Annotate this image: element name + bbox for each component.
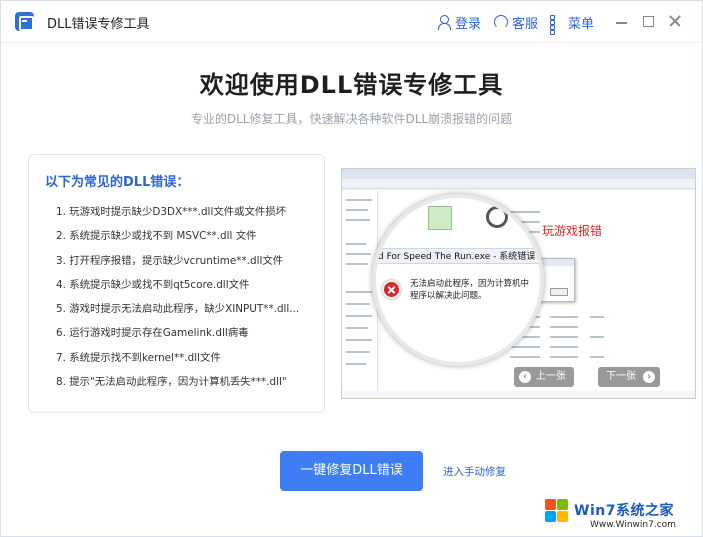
- preview-error-window-title: d For Speed The Run.exe - 系统错误: [378, 252, 536, 262]
- list-item: 7. 系统提示找不到kernel**.dll文件: [56, 351, 221, 364]
- screenshot-preview: d For Speed The Run.exe - 系统错误 无法启动此程序，因…: [341, 168, 696, 399]
- app-logo-icon: [15, 12, 34, 31]
- preview-magnifier: d For Speed The Run.exe - 系统错误 无法启动此程序，因…: [372, 194, 544, 366]
- page-subtitle: 专业的DLL修复工具，快速解决各种软件DLL崩溃报错的问题: [190, 112, 513, 126]
- prev-slide-button[interactable]: ‹ 上一张: [514, 367, 574, 387]
- page-title: 欢迎使用DLL错误专修工具: [199, 71, 504, 99]
- list-item: 4. 系统提示缺少或找不到qt5core.dll文件: [56, 278, 250, 291]
- card-title: 以下为常见的DLL错误：: [45, 175, 190, 190]
- service-label: 客服: [512, 16, 539, 32]
- login-label: 登录: [455, 16, 482, 32]
- list-item: 6. 运行游戏时提示存在Gamelink.dll病毒: [56, 327, 249, 340]
- watermark-brand: Win7系统之家: [574, 503, 674, 519]
- chevron-left-icon: ‹: [519, 371, 531, 383]
- headset-icon: [494, 15, 508, 29]
- list-item: 1. 玩游戏时提示缺少D3DX***.dll文件或文件损坏: [56, 206, 287, 218]
- menu-button[interactable]: 菜单: [550, 12, 595, 35]
- manual-repair-link[interactable]: 进入手动修复: [443, 464, 506, 479]
- error-x-icon: [382, 280, 401, 299]
- menu-label: 菜单: [568, 16, 595, 32]
- preview-window-titlebar: [342, 169, 695, 179]
- preview-window-menubar: [342, 179, 695, 189]
- list-item: 8. 提示"无法启动此程序，因为计算机丢失***.dll": [56, 376, 287, 389]
- app-window: DLL错误专修工具 登录 客服 菜单 欢迎使用DLL错误专修工具 专业的DLL修…: [0, 0, 703, 537]
- watermark-url: Www.Winwin7.com: [590, 520, 676, 530]
- common-errors-card: 以下为常见的DLL错误： 1. 玩游戏时提示缺少D3DX***.dll文件或文件…: [28, 154, 325, 413]
- title-bar: DLL错误专修工具 登录 客服 菜单: [1, 1, 702, 43]
- maximize-icon[interactable]: [639, 12, 657, 30]
- service-button[interactable]: 客服: [494, 12, 538, 32]
- list-item: 2. 系统提示缺少或找不到 MSVC**.dll 文件: [56, 230, 257, 243]
- user-icon: [437, 15, 451, 30]
- gear-icon: [486, 206, 508, 228]
- grid-menu-icon: [550, 15, 564, 35]
- list-item: 3. 打开程序报错，提示缺少vcruntime**.dll文件: [56, 254, 284, 267]
- preview-caption: 玩游戏报错: [542, 224, 603, 238]
- list-item: 5. 游戏时提示无法启动此程序，缺少XINPUT**.dll...: [56, 303, 300, 316]
- close-icon[interactable]: [666, 12, 684, 30]
- file-icon: [428, 206, 452, 230]
- minimize-icon[interactable]: [613, 12, 631, 30]
- one-click-repair-button[interactable]: 一键修复DLL错误: [280, 451, 423, 491]
- windows-logo-icon: [544, 498, 570, 524]
- next-slide-button[interactable]: 下一张 ›: [598, 367, 660, 387]
- error-list: 1. 玩游戏时提示缺少D3DX***.dll文件或文件损坏 2. 系统提示缺少或…: [56, 203, 318, 397]
- preview-error-message: 无法启动此程序，因为计算机中 程序以解决此问题。: [410, 279, 530, 301]
- login-button[interactable]: 登录: [437, 12, 481, 32]
- watermark: Win7系统之家 Www.Winwin7.com: [544, 496, 703, 537]
- app-title: DLL错误专修工具: [47, 17, 150, 32]
- chevron-right-icon: ›: [643, 371, 655, 383]
